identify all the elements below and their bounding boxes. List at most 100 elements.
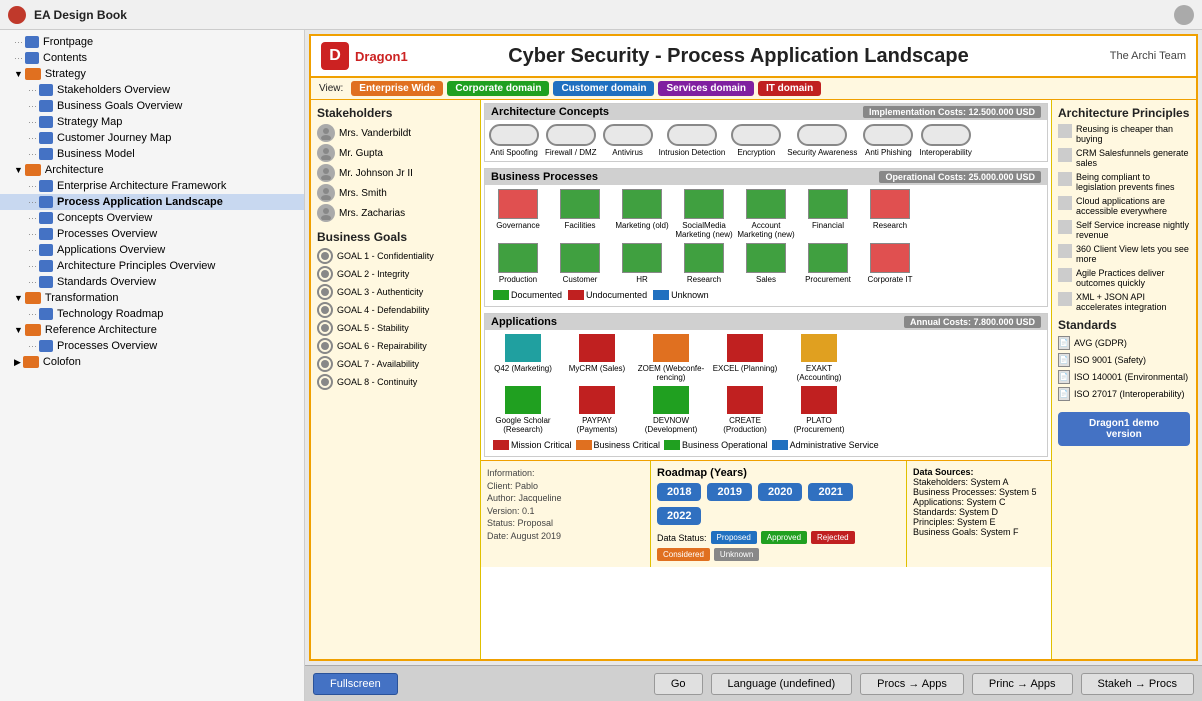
process-corporate-it: Corporate IT xyxy=(861,243,919,284)
process-research-2: Research xyxy=(675,243,733,284)
year-2019: 2019 xyxy=(707,483,751,501)
app-icon-exakt xyxy=(801,334,837,362)
process-icon-research-2 xyxy=(684,243,724,273)
sidebar-item-frontpage[interactable]: ···Frontpage xyxy=(0,34,304,50)
goal-icon-6 xyxy=(317,338,333,354)
concept-interop: Interoperability xyxy=(919,124,971,157)
stakeholders-section: Stakeholders Mrs. Vanderbildt xyxy=(317,106,474,224)
sidebar-item-process-application-landscape[interactable]: ···Process Application Landscape xyxy=(0,194,304,210)
window-control[interactable] xyxy=(1174,5,1194,25)
status-unknown: Unknown xyxy=(714,548,759,561)
status-considered: Considered xyxy=(657,548,710,561)
sidebar-item-standards-overview[interactable]: ···Standards Overview xyxy=(0,274,304,290)
bp-header: Business Processes Operational Costs: 25… xyxy=(485,169,1047,185)
applications-section: Applications Annual Costs: 7.800.000 USD… xyxy=(484,313,1048,457)
concept-antivirus: Antivirus xyxy=(603,124,653,157)
process-icon-financial xyxy=(808,189,848,219)
business-goals-section: Business Goals GOAL 1 - Confidentiality … xyxy=(317,230,474,392)
process-account-marketing: Account Marketing (new) xyxy=(737,189,795,239)
legend-admin: Administrative Service xyxy=(772,440,879,450)
tree-dots: ··· xyxy=(28,197,37,207)
process-icon-governance xyxy=(498,189,538,219)
sidebar-item-transformation[interactable]: ▼Transformation xyxy=(0,290,304,306)
goal-icon-4 xyxy=(317,302,333,318)
process-marketing-old: Marketing (old) xyxy=(613,189,671,239)
app-zoem: ZOEM (Webconfe-rencing) xyxy=(637,334,705,382)
sidebar-item-customer-journey-map[interactable]: ···Customer Journey Map xyxy=(0,130,304,146)
arch-concepts-cost: Implementation Costs: 12.500.000 USD xyxy=(863,106,1041,118)
tree-dots: ··· xyxy=(28,117,37,127)
sidebar-item-concepts-overview[interactable]: ···Concepts Overview xyxy=(0,210,304,226)
process-research-1: Research xyxy=(861,189,919,239)
sidebar-item-applications-overview[interactable]: ···Applications Overview xyxy=(0,242,304,258)
sidebar-item-architecture[interactable]: ▼Architecture xyxy=(0,162,304,178)
app-icon-zoem xyxy=(653,334,689,362)
sidebar-item-strategy[interactable]: ▼Strategy xyxy=(0,66,304,82)
tree-dots: ··· xyxy=(28,245,37,255)
year-2020: 2020 xyxy=(758,483,802,501)
sidebar-item-colofon[interactable]: ▶Colofon xyxy=(0,354,304,370)
tree-dots: ··· xyxy=(28,309,37,319)
go-button[interactable]: Go xyxy=(654,673,703,695)
app-icon-google-scholar xyxy=(505,386,541,414)
language-button[interactable]: Language (undefined) xyxy=(711,673,853,695)
sidebar-item-business-model[interactable]: ···Business Model xyxy=(0,146,304,162)
stakeh-procs-button[interactable]: Stakeh → Procs xyxy=(1081,673,1194,695)
legend-business-critical: Business Critical xyxy=(576,440,661,450)
sidebar-item-technology-roadmap[interactable]: ··· Technology Roadmap xyxy=(0,306,304,322)
app-mycrm: MyCRM (Sales) xyxy=(563,334,631,382)
sidebar-item-enterprise-architecture-framework[interactable]: ···Enterprise Architecture Framework xyxy=(0,178,304,194)
view-tab-services[interactable]: Services domain xyxy=(658,81,753,96)
app-create: CREATE (Production) xyxy=(711,386,779,434)
sidebar-item-reference-architecture[interactable]: ▼Reference Architecture xyxy=(0,322,304,338)
sidebar-label: Reference Architecture xyxy=(45,324,157,336)
goal-2: GOAL 2 - Integrity xyxy=(317,266,474,282)
sidebar-item-strategy-map[interactable]: ···Strategy Map xyxy=(0,114,304,130)
sidebar-label: Concepts Overview xyxy=(57,212,152,224)
fullscreen-button[interactable]: Fullscreen xyxy=(313,673,398,695)
stakeholder-3: Mr. Johnson Jr II xyxy=(317,164,474,182)
view-tab-it[interactable]: IT domain xyxy=(758,81,821,96)
sidebar-label: Contents xyxy=(43,52,87,64)
app-icon-paypay xyxy=(579,386,615,414)
tree-dots: ··· xyxy=(14,53,23,63)
demo-button[interactable]: Dragon1 demo version xyxy=(1058,412,1190,446)
sidebar-item-architecture-principles-overview[interactable]: ···Architecture Principles Overview xyxy=(0,258,304,274)
sidebar-label: Transformation xyxy=(45,292,119,304)
sidebar-item-stakeholders-overview[interactable]: ···Stakeholders Overview xyxy=(0,82,304,98)
sidebar-label: Enterprise Architecture Framework xyxy=(57,180,226,192)
main-area: ···Frontpage···Contents▼Strategy···Stake… xyxy=(0,30,1202,701)
sidebar-item-business-goals-overview[interactable]: ···Business Goals Overview xyxy=(0,98,304,114)
goal-1: GOAL 1 - Confidentiality xyxy=(317,248,474,264)
page-icon xyxy=(39,148,53,160)
doc-icon-1: 📄 xyxy=(1058,336,1070,350)
app-icon-mycrm xyxy=(579,334,615,362)
roadmap-info: Information:Client: PabloAuthor: Jacquel… xyxy=(481,461,651,567)
sidebar-item-contents[interactable]: ··· Contents xyxy=(0,50,304,66)
tree-dots: ··· xyxy=(28,101,37,111)
page-icon xyxy=(39,340,53,352)
process-icon-account-mkt xyxy=(746,189,786,219)
concept-oval-7 xyxy=(863,124,913,146)
avatar-5 xyxy=(317,204,335,222)
process-icon-hr xyxy=(622,243,662,273)
sidebar-label: Frontpage xyxy=(43,36,93,48)
arch-concepts-section: Architecture Concepts Implementation Cos… xyxy=(484,103,1048,162)
sidebar-item-processes-overview[interactable]: ···Processes Overview xyxy=(0,226,304,242)
sidebar-label: Technology Roadmap xyxy=(57,308,163,320)
view-tab-enterprise[interactable]: Enterprise Wide xyxy=(351,81,443,96)
folder-icon xyxy=(25,324,41,336)
view-tab-corporate[interactable]: Corporate domain xyxy=(447,81,549,96)
app-icon-create xyxy=(727,386,763,414)
principle-icon-4 xyxy=(1058,196,1072,210)
page-icon xyxy=(39,244,53,256)
arch-concepts-title: Architecture Concepts xyxy=(491,106,609,118)
sidebar-item-processes-overview-2[interactable]: ···Processes Overview xyxy=(0,338,304,354)
tree-dots: ··· xyxy=(28,149,37,159)
princ-apps-button[interactable]: Princ → Apps xyxy=(972,673,1073,695)
doc-icon-3: 📄 xyxy=(1058,370,1070,384)
view-tab-customer[interactable]: Customer domain xyxy=(553,81,654,96)
procs-apps-button[interactable]: Procs → Apps xyxy=(860,673,964,695)
bp-row2: Production Customer HR xyxy=(489,243,1043,284)
goal-icon-1 xyxy=(317,248,333,264)
